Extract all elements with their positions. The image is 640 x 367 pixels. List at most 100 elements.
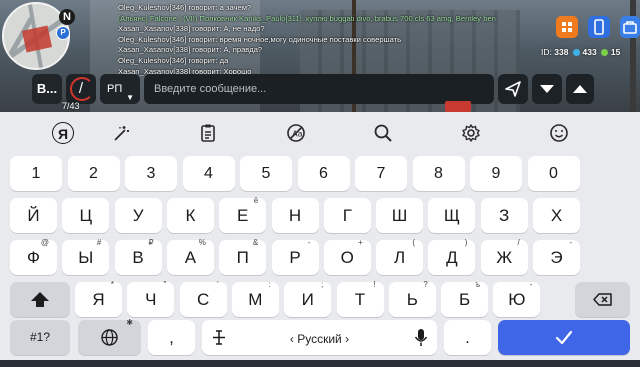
key-letter-alt-char: ! [373, 280, 376, 289]
scroll-up-button[interactable] [566, 74, 594, 104]
key-letter[interactable]: ы # [62, 238, 110, 275]
parking-marker: P [56, 26, 70, 40]
stat-value: 433 [582, 47, 597, 57]
key-letter-label: ь [406, 290, 418, 309]
key-letter-label: л [394, 248, 406, 267]
key-letter[interactable]: р- [271, 238, 319, 275]
key-letter-label: ю [508, 290, 526, 309]
magic-wand-icon[interactable] [110, 122, 132, 144]
key-letter[interactable]: н [271, 198, 319, 233]
key-letter[interactable]: в ₽ [114, 238, 162, 275]
key-letter-label: а [184, 248, 197, 267]
key-letter[interactable]: ж / [480, 238, 528, 275]
key-letter[interactable]: с ' [179, 280, 227, 317]
key-letter[interactable]: ь? [388, 280, 436, 317]
send-button[interactable] [498, 74, 528, 104]
key-letter-label: р [289, 248, 301, 267]
yandex-logo-icon[interactable]: Я [52, 122, 74, 144]
key-letter[interactable]: з [480, 198, 528, 233]
key-letter[interactable]: д) [428, 238, 476, 275]
emoji-icon[interactable] [548, 122, 570, 144]
key-letter[interactable]: м: [231, 280, 279, 317]
key-letter[interactable]: ю- [493, 280, 541, 317]
key-letter-alt-char: % [198, 238, 206, 247]
checkmark-icon [555, 330, 573, 345]
key-digit-0[interactable]: 0 [527, 156, 580, 191]
key-letter-alt-char: / [517, 238, 520, 247]
chat-message: Oleg_Kuleshov[346] говорит: время ночное… [118, 34, 402, 44]
stat-value: 15 [610, 47, 621, 57]
menu-grid-button[interactable] [556, 16, 578, 38]
key-letter[interactable]: бъ [441, 280, 489, 317]
comma-key-label: , [169, 328, 174, 347]
stat-icon [601, 49, 609, 56]
key-digit-4[interactable]: 4 [182, 156, 235, 191]
key-letter[interactable]: л( [376, 238, 424, 275]
key-letter[interactable]: ф @ [10, 238, 57, 275]
key-digit-2[interactable]: 2 [67, 156, 120, 191]
shift-key[interactable] [10, 282, 70, 317]
key-letter[interactable]: г [323, 198, 371, 233]
inventory-button[interactable] [620, 16, 640, 38]
key-letter[interactable]: т! [336, 280, 384, 317]
key-digit-9[interactable]: 9 [470, 156, 522, 191]
arrow-up-icon [573, 85, 587, 93]
key-digit-8[interactable]: 8 [412, 156, 465, 191]
phone-button[interactable] [588, 16, 610, 38]
key-letter[interactable]: ш [376, 198, 424, 233]
chat-mode-dropdown[interactable]: РП ▼ [100, 74, 140, 104]
key-letter-label: щ [443, 206, 460, 225]
key-letter[interactable]: й [10, 198, 57, 233]
chevron-down-icon: ▼ [126, 93, 134, 102]
key-letter-alt-char: ₽ [148, 238, 154, 247]
key-digit-7[interactable]: 7 [355, 156, 407, 191]
enter-key[interactable] [498, 320, 630, 355]
key-letter[interactable]: у [114, 198, 162, 233]
voice-chat-button[interactable]: B... [32, 74, 62, 104]
key-digit-3[interactable]: 3 [125, 156, 177, 191]
key-letter[interactable]: ч " [127, 280, 175, 317]
key-letter[interactable]: щ [428, 198, 476, 233]
key-letter-alt-char: + [358, 238, 363, 247]
key-letter-label: я [92, 290, 105, 309]
key-digit-6[interactable]: 6 [297, 156, 350, 191]
key-letter[interactable]: а% [166, 238, 214, 275]
key-digit-5[interactable]: 5 [240, 156, 292, 191]
key-letter[interactable]: её [219, 196, 267, 233]
key-letter[interactable]: о + [323, 238, 371, 275]
chat-message: Xasan_Xasanov[338] говорит: А, правда? [118, 45, 263, 55]
clipboard-icon[interactable] [197, 122, 219, 144]
key-digit-1[interactable]: 1 [10, 156, 62, 191]
minimap-zone [21, 25, 53, 53]
no-translate-icon[interactable]: Aa [285, 122, 307, 144]
symbols-key[interactable]: #1? [10, 320, 70, 355]
key-letter-label: е [237, 206, 249, 225]
period-key[interactable]: . [444, 320, 491, 355]
key-letter[interactable]: э- [533, 238, 580, 275]
key-letter[interactable]: и; [284, 280, 332, 317]
command-button[interactable]: / [66, 74, 96, 104]
backspace-key[interactable] [575, 282, 630, 317]
key-letter-label: э [550, 248, 563, 267]
search-icon[interactable] [372, 122, 394, 144]
send-icon [505, 81, 521, 97]
scroll-down-button[interactable] [532, 74, 562, 104]
key-letter[interactable]: к [166, 198, 214, 233]
key-digit-2-label: 2 [89, 165, 98, 182]
key-letter[interactable]: п & [219, 238, 267, 275]
language-key[interactable]: ✱ [78, 318, 141, 355]
key-letter-alt-char: ъ [475, 280, 481, 289]
key-digit-9-label: 9 [491, 165, 501, 182]
key-letter[interactable]: ц [62, 198, 110, 233]
language-key-alt-char: ✱ [126, 318, 133, 327]
key-letter[interactable]: я * [75, 280, 122, 317]
settings-gear-icon[interactable] [460, 122, 482, 144]
cursor-move-icon [213, 330, 225, 345]
key-letter[interactable]: х [533, 198, 580, 233]
key-letter-alt-char: @ [40, 238, 49, 247]
chat-message: Oleg_Kuleshov[346] говорит: а зачем? [118, 3, 252, 12]
message-input[interactable] [144, 74, 494, 104]
space-bar[interactable]: ‹ Русский › [202, 320, 437, 355]
chat-message: [Альянс] Falcone | (VII) Полковник Kanik… [118, 13, 496, 23]
comma-key[interactable]: , [148, 320, 195, 355]
